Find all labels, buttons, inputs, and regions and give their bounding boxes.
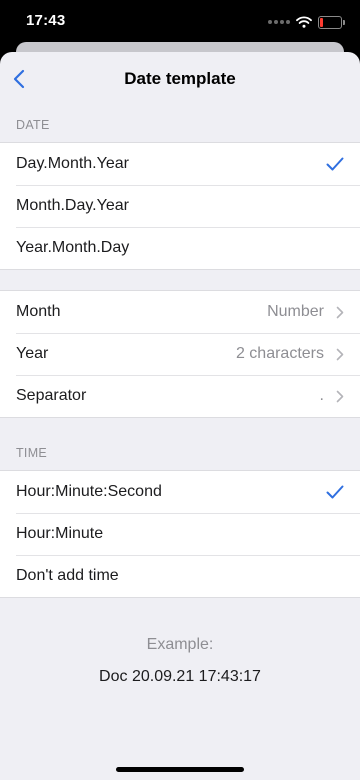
home-indicator[interactable] xyxy=(116,767,244,772)
date-template-sheet: Date template DATE Day.Month.Year Month.… xyxy=(0,52,360,780)
time-section-header: TIME xyxy=(16,446,48,460)
option-label: Day.Month.Year xyxy=(16,155,129,172)
time-option-hour-minute-second[interactable]: Hour:Minute:Second xyxy=(0,471,360,513)
example-preview: Example: Doc 20.09.21 17:43:17 xyxy=(0,636,360,686)
option-label: Don't add time xyxy=(16,567,119,584)
setting-label: Year xyxy=(16,345,49,362)
option-label: Year.Month.Day xyxy=(16,239,130,256)
chevron-right-icon xyxy=(336,390,344,402)
signal-icon xyxy=(268,20,290,24)
option-label: Hour:Minute xyxy=(16,525,104,542)
chevron-right-icon xyxy=(336,348,344,360)
navigation-bar: Date template xyxy=(0,52,360,104)
checkmark-icon xyxy=(326,157,344,171)
option-label: Hour:Minute:Second xyxy=(16,483,162,500)
status-time: 17:43 xyxy=(26,12,66,29)
time-option-hour-minute[interactable]: Hour:Minute xyxy=(0,512,360,555)
checkmark-icon xyxy=(326,485,344,499)
chevron-right-icon xyxy=(336,306,344,318)
date-format-group: Day.Month.Year Month.Day.Year Year.Month… xyxy=(0,142,360,270)
status-icons xyxy=(268,13,345,31)
example-label: Example: xyxy=(146,636,214,653)
setting-value: 2 characters xyxy=(235,345,324,362)
time-format-group: Hour:Minute:Second Hour:Minute Don't add… xyxy=(0,470,360,598)
example-value: Doc 20.09.21 17:43:17 xyxy=(99,668,261,685)
separator-setting-row[interactable]: Separator . xyxy=(0,374,360,417)
month-setting-row[interactable]: Month Number xyxy=(0,291,360,333)
date-option-day-month-year[interactable]: Day.Month.Year xyxy=(0,143,360,185)
time-option-no-time[interactable]: Don't add time xyxy=(0,554,360,597)
page-title: Date template xyxy=(124,69,236,88)
status-bar: 17:43 xyxy=(0,0,360,44)
date-settings-group: Month Number Year 2 characters Separator… xyxy=(0,290,360,418)
date-section-header: DATE xyxy=(16,118,50,132)
setting-label: Separator xyxy=(16,387,87,404)
setting-value: . xyxy=(319,387,324,404)
year-setting-row[interactable]: Year 2 characters xyxy=(0,332,360,375)
battery-icon xyxy=(318,15,345,29)
date-option-year-month-day[interactable]: Year.Month.Day xyxy=(0,226,360,269)
setting-label: Month xyxy=(16,303,61,320)
wifi-icon xyxy=(296,16,312,28)
setting-value: Number xyxy=(267,303,324,320)
option-label: Month.Day.Year xyxy=(16,197,129,214)
date-option-month-day-year[interactable]: Month.Day.Year xyxy=(0,184,360,227)
